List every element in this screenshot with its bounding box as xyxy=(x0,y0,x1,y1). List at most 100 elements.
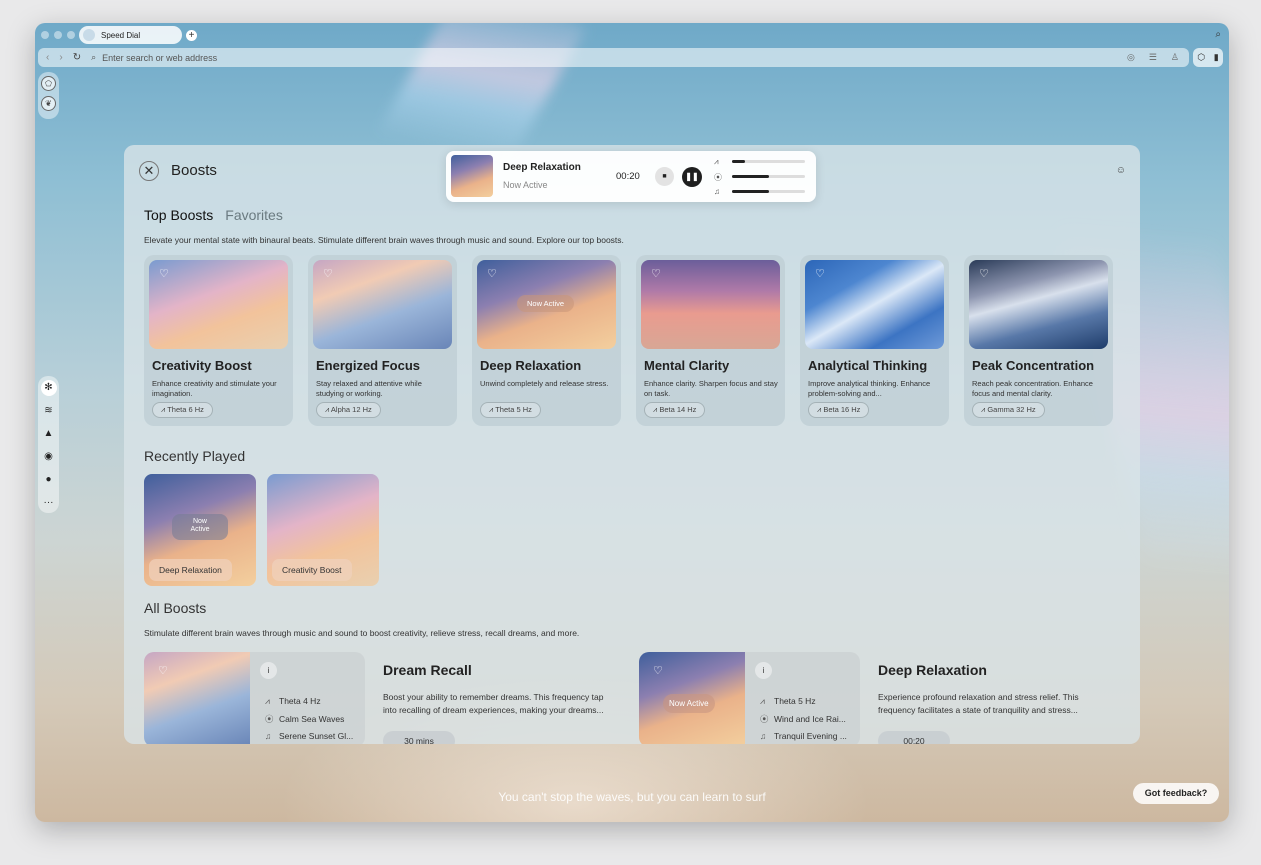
boost-description: Stay relaxed and attentive while studyin… xyxy=(316,379,422,398)
extension-cube-icon[interactable]: ⬡ xyxy=(1197,52,1205,63)
boost-image: ♡ xyxy=(149,260,288,349)
beats-volume-slider[interactable] xyxy=(732,160,805,163)
frequency-label: Theta 6 Hz xyxy=(167,405,204,414)
ambient-volume-slider[interactable] xyxy=(732,175,805,178)
tab-search-icon[interactable]: ⌕ xyxy=(1215,29,1221,40)
now-active-badge: Now Active xyxy=(663,694,715,713)
music-icon: ♫ xyxy=(265,731,272,741)
extensions-area[interactable]: ⬡ ▮ xyxy=(1193,48,1223,67)
sound-icon: ⦿ xyxy=(760,713,769,724)
messenger-icon[interactable]: ◉ xyxy=(44,449,53,465)
duration-pill[interactable]: 30 mins xyxy=(383,731,455,744)
tab-favorites[interactable]: Favorites xyxy=(225,207,283,223)
whatsapp-icon[interactable]: ● xyxy=(45,472,51,488)
frequency-chip: ⩘ Theta 5 Hz xyxy=(480,402,541,418)
heart-icon[interactable]: ♡ xyxy=(158,664,168,677)
reader-icon[interactable]: ☰ xyxy=(1149,52,1157,63)
boosts-panel: ✕ Boosts ☺ Top Boosts Favorites Elevate … xyxy=(124,145,1140,744)
duration-pill[interactable]: 00:20 xyxy=(878,731,950,744)
boost-card[interactable]: ♡ Now Active Deep Relaxation Unwind comp… xyxy=(472,255,621,426)
zoom-window-icon[interactable] xyxy=(67,31,75,39)
forward-icon[interactable]: › xyxy=(59,52,62,63)
boost-tabs: Top Boosts Favorites xyxy=(144,207,283,223)
tab-speed-dial[interactable]: Speed Dial xyxy=(79,26,182,44)
heart-icon[interactable]: ♡ xyxy=(651,267,661,280)
leaf-icon[interactable]: ❦ xyxy=(41,96,56,111)
sound-label: Calm Sea Waves xyxy=(279,713,345,724)
heart-icon[interactable]: ♡ xyxy=(815,267,825,280)
boost-card[interactable]: ♡ Energized Focus Stay relaxed and atten… xyxy=(308,255,457,426)
heart-icon[interactable]: ♡ xyxy=(159,267,169,280)
boost-card[interactable]: ♡ Peak Concentration Reach peak concentr… xyxy=(964,255,1113,426)
stop-button[interactable]: ■ xyxy=(655,167,674,186)
profile-icon[interactable]: ♙ xyxy=(1171,52,1179,63)
feedback-button[interactable]: Got feedback? xyxy=(1133,783,1219,804)
boost-description: Enhance creativity and stimulate your im… xyxy=(152,379,277,398)
frequency-label: Theta 5 Hz xyxy=(774,696,816,706)
reload-icon[interactable]: ↻ xyxy=(73,52,81,63)
all-boost-card[interactable]: ♡ Now Active i ⩘ Theta 5 Hz ⦿ Wind and Ice… xyxy=(639,652,860,744)
frequency-chip: ⩘ Alpha 12 Hz xyxy=(316,402,381,418)
wave-icon: ⩘ xyxy=(760,696,765,706)
info-icon[interactable]: i xyxy=(260,662,277,679)
slider-fill xyxy=(732,160,746,163)
window-controls[interactable] xyxy=(41,31,75,39)
sound-label: Wind and Ice Rai... xyxy=(774,713,846,724)
heart-icon[interactable]: ♡ xyxy=(487,267,497,280)
boost-image: ♡ xyxy=(641,260,780,349)
close-window-icon[interactable] xyxy=(41,31,49,39)
camera-icon[interactable]: ◎ xyxy=(1127,52,1135,63)
boost-card[interactable]: ♡ Creativity Boost Enhance creativity an… xyxy=(144,255,293,426)
minimize-window-icon[interactable] xyxy=(54,31,62,39)
frequency-chip: ⩘ Beta 14 Hz xyxy=(644,402,706,418)
info-icon[interactable]: i xyxy=(755,662,772,679)
recent-label: Creativity Boost xyxy=(272,559,352,581)
sidebar-apps: ✻ ≋ ▲ ◉ ● ··· xyxy=(38,376,59,513)
smile-icon[interactable]: ☺ xyxy=(1116,165,1126,176)
boosts-icon[interactable]: ✻ xyxy=(40,380,57,396)
search-icon: ⌕ xyxy=(91,52,97,62)
wave-icon: ⩘ xyxy=(714,157,719,166)
boost-meta: ⩘ Theta 5 Hz ⦿ Wind and Ice Rai... ♫ Tranqu… xyxy=(760,693,855,744)
footer-quote: You can't stop the waves, but you can le… xyxy=(498,790,766,804)
close-button[interactable]: ✕ xyxy=(139,161,159,181)
back-icon[interactable]: ‹ xyxy=(46,52,49,63)
boost-name: Analytical Thinking xyxy=(808,358,928,373)
all-boost-card[interactable]: ♡ i ⩘ Theta 4 Hz ⦿ Calm Sea Waves ♫ Serene … xyxy=(144,652,365,744)
more-icon[interactable]: ··· xyxy=(44,495,54,511)
slider-fill xyxy=(732,190,769,193)
frequency-chip: ⩘ Beta 16 Hz xyxy=(808,402,870,418)
speed-dial-icon[interactable]: ⬠ xyxy=(41,76,56,91)
address-input[interactable]: Enter search or web address xyxy=(102,53,217,63)
heart-icon[interactable]: ♡ xyxy=(653,664,663,677)
boost-title: Dream Recall xyxy=(383,662,472,678)
boost-image: ♡ xyxy=(805,260,944,349)
tab-top-boosts[interactable]: Top Boosts xyxy=(144,207,213,223)
music-volume-slider[interactable] xyxy=(732,190,805,193)
recent-tile[interactable]: Creativity Boost xyxy=(267,474,379,586)
sidebar-toggle-icon[interactable]: ▮ xyxy=(1214,52,1219,63)
now-active-badge: Now Active xyxy=(172,514,228,540)
music-label: Serene Sunset Gl... xyxy=(279,731,354,741)
frequency-label: Alpha 12 Hz xyxy=(330,405,372,414)
aria-icon[interactable]: ▲ xyxy=(44,426,54,442)
browser-window: Speed Dial + ⌕ ‹ › ↻ ⌕ Enter search or w… xyxy=(35,23,1229,822)
flow-icon[interactable]: ≋ xyxy=(44,403,52,419)
boost-name: Peak Concentration xyxy=(972,358,1095,373)
boost-card[interactable]: ♡ Analytical Thinking Improve analytical… xyxy=(800,255,949,426)
boost-description: Improve analytical thinking. Enhance pro… xyxy=(808,379,931,398)
heart-icon[interactable]: ♡ xyxy=(979,267,989,280)
recent-label: Deep Relaxation xyxy=(149,559,232,581)
now-active-line: Active xyxy=(190,526,210,533)
top-boosts-list: ♡ Creativity Boost Enhance creativity an… xyxy=(144,255,1113,426)
boost-description: Experience profound relaxation and stres… xyxy=(878,692,1079,715)
sound-icon: ⦿ xyxy=(265,713,274,724)
boost-name: Creativity Boost xyxy=(152,358,252,373)
recent-tile[interactable]: Now Active Deep Relaxation xyxy=(144,474,256,586)
boost-meta: ⩘ Theta 4 Hz ⦿ Calm Sea Waves ♫ Serene Suns… xyxy=(265,693,360,744)
boost-card[interactable]: ♡ Mental Clarity Enhance clarity. Sharpe… xyxy=(636,255,785,426)
heart-icon[interactable]: ♡ xyxy=(323,267,333,280)
pause-button[interactable]: ❚❚ xyxy=(682,167,702,187)
recently-played-heading: Recently Played xyxy=(144,448,246,464)
new-tab-button[interactable]: + xyxy=(186,30,197,41)
